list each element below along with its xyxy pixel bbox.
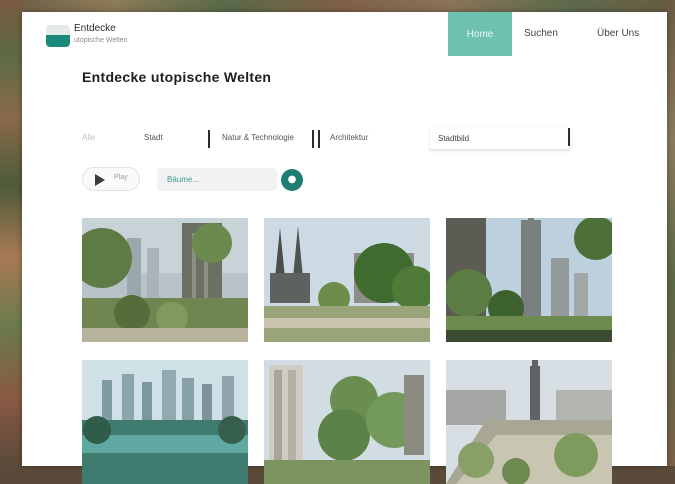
filter-divider xyxy=(312,130,314,148)
play-button[interactable]: Play xyxy=(82,167,140,191)
filter-divider xyxy=(208,130,210,148)
search-icon: ● xyxy=(287,174,297,185)
gallery-image[interactable] xyxy=(264,360,430,484)
play-icon xyxy=(95,174,105,186)
input-caret xyxy=(568,128,570,146)
logo-title[interactable]: Entdecke xyxy=(74,23,116,34)
gallery-image[interactable] xyxy=(264,218,430,342)
background-image-left xyxy=(0,0,22,466)
gallery-image[interactable] xyxy=(82,218,248,342)
gallery-image-svg xyxy=(82,360,248,484)
filter-divider xyxy=(318,130,320,148)
gallery-image-svg xyxy=(264,360,430,484)
filter-input[interactable] xyxy=(430,128,570,150)
page-title: Entdecke utopische Welten xyxy=(82,69,272,85)
filter-all[interactable]: Alle xyxy=(82,133,95,142)
nav-item-about[interactable]: Über Uns xyxy=(597,28,639,39)
nav-item-home[interactable]: Home xyxy=(448,12,512,56)
prompt-input[interactable] xyxy=(157,168,277,191)
logo-subtitle: utopische Welten xyxy=(74,37,128,44)
logo-icon[interactable] xyxy=(46,25,70,47)
filter-bar: Alle Stadt Natur & Technologie Architekt… xyxy=(82,128,574,152)
gallery-image[interactable] xyxy=(446,218,612,342)
filter-chip-nature-tech[interactable]: Natur & Technologie xyxy=(222,133,294,142)
app-window: Entdecke utopische Welten Home Suchen Üb… xyxy=(22,12,667,484)
background-image-right xyxy=(667,0,675,466)
background-image-top xyxy=(0,0,675,12)
filter-chip-architecture[interactable]: Architektur xyxy=(330,133,368,142)
gallery-image[interactable] xyxy=(82,360,248,484)
gallery-image-svg xyxy=(446,218,612,342)
gallery-image-svg xyxy=(82,218,248,342)
play-label: Play xyxy=(114,174,128,181)
nav-item-search[interactable]: Suchen xyxy=(524,28,558,39)
search-button[interactable]: ● xyxy=(281,169,303,191)
gallery-image[interactable] xyxy=(446,360,612,484)
gallery-image-svg xyxy=(264,218,430,342)
gallery-image-svg xyxy=(446,360,612,484)
filter-chip-city[interactable]: Stadt xyxy=(144,133,163,142)
